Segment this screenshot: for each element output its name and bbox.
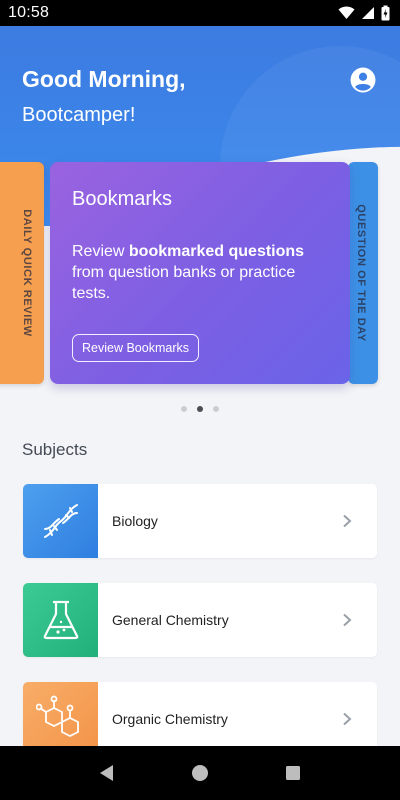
bookmarks-card-description: Review bookmarked questions from questio… — [72, 243, 305, 302]
daily-quick-review-label: DAILY QUICK REVIEW — [21, 209, 34, 337]
feature-carousel[interactable]: DAILY QUICK REVIEW QUESTION OF THE DAY B… — [0, 162, 400, 386]
daily-quick-review-card[interactable]: DAILY QUICK REVIEW — [0, 162, 44, 384]
account-circle-icon[interactable] — [350, 67, 376, 93]
question-of-the-day-label: QUESTION OF THE DAY — [355, 204, 368, 342]
recents-button[interactable] — [273, 753, 313, 793]
dna-icon — [43, 504, 78, 538]
battery-charging-icon — [381, 5, 390, 21]
carousel-page-indicator — [0, 406, 400, 412]
back-icon — [99, 765, 113, 781]
subject-label: Biology — [112, 513, 158, 529]
page-dot[interactable] — [181, 406, 187, 412]
subject-label: General Chemistry — [112, 612, 229, 628]
greeting-name: Bootcamper! — [22, 104, 136, 126]
back-button[interactable] — [87, 753, 127, 793]
molecule-icon — [35, 695, 79, 738]
subject-thumb — [23, 682, 98, 756]
flask-icon — [43, 600, 78, 640]
system-nav-bar — [0, 746, 400, 800]
signal-icon — [362, 7, 374, 19]
question-of-the-day-card[interactable]: QUESTION OF THE DAY — [348, 162, 378, 384]
subject-item-organic-chemistry[interactable]: Organic Chemistry — [23, 682, 377, 756]
page-dot[interactable] — [213, 406, 219, 412]
review-bookmarks-button[interactable]: Review Bookmarks — [72, 334, 199, 362]
chevron-right-icon — [335, 707, 359, 731]
subject-label: Organic Chemistry — [112, 711, 228, 727]
bookmarks-card-title: Bookmarks — [72, 188, 173, 210]
greeting-title: Good Morning, — [22, 66, 186, 92]
status-icons — [338, 5, 390, 21]
home-button[interactable] — [180, 753, 220, 793]
status-time: 10:58 — [8, 4, 50, 21]
bookmarks-card[interactable]: Bookmarks Review bookmarked questions fr… — [50, 162, 350, 384]
page-dot-active[interactable] — [197, 406, 203, 412]
chevron-right-icon — [335, 608, 359, 632]
chevron-right-icon — [335, 509, 359, 533]
wifi-icon — [338, 6, 355, 19]
subject-item-biology[interactable]: Biology — [23, 484, 377, 558]
home-icon — [191, 765, 208, 781]
subject-item-general-chemistry[interactable]: General Chemistry — [23, 583, 377, 657]
recents-icon — [286, 766, 301, 780]
subjects-title: Subjects — [22, 440, 88, 459]
subject-thumb — [23, 583, 98, 657]
subject-thumb — [23, 484, 98, 558]
status-bar: 10:58 — [0, 0, 400, 26]
